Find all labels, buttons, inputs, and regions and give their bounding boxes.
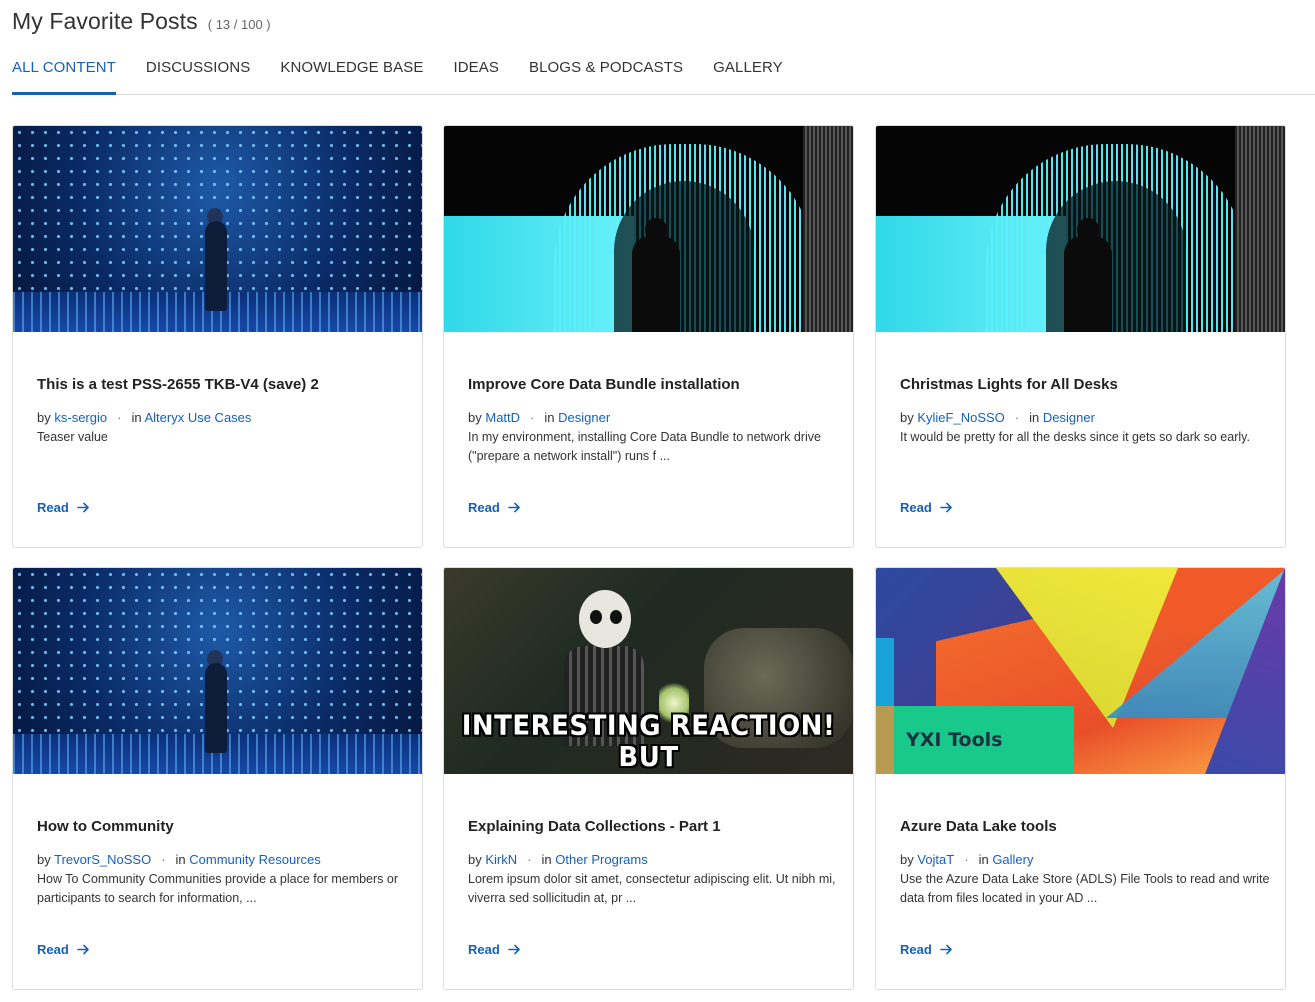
post-title[interactable]: How to Community bbox=[37, 818, 174, 835]
tab-all-content[interactable]: ALL CONTENT bbox=[12, 58, 116, 95]
content-tabs: ALL CONTENT DISCUSSIONS KNOWLEDGE BASE I… bbox=[12, 58, 1315, 95]
post-card[interactable]: This is a test PSS-2655 TKB-V4 (save) 2 … bbox=[12, 125, 423, 548]
read-link[interactable]: Read bbox=[900, 942, 953, 957]
post-teaser: How To Community Communities provide a p… bbox=[37, 872, 399, 905]
thumbnail-caption: YXI Tools bbox=[906, 729, 1003, 751]
tab-discussions[interactable]: DISCUSSIONS bbox=[146, 58, 250, 95]
page-title: My Favorite Posts bbox=[12, 8, 198, 34]
read-link[interactable]: Read bbox=[468, 942, 521, 957]
tab-blogs-podcasts[interactable]: BLOGS & PODCASTS bbox=[529, 58, 683, 95]
post-title[interactable]: This is a test PSS-2655 TKB-V4 (save) 2 bbox=[37, 376, 319, 393]
post-thumbnail[interactable]: YXI Tools bbox=[876, 568, 1285, 774]
arrow-right-icon bbox=[76, 944, 89, 955]
author-link[interactable]: KylieF_NoSSO bbox=[917, 410, 1004, 425]
in-label: in bbox=[544, 410, 555, 425]
post-card[interactable]: Improve Core Data Bundle installation by… bbox=[443, 125, 854, 548]
by-label: by bbox=[37, 410, 51, 425]
in-label: in bbox=[175, 852, 186, 867]
post-title[interactable]: Christmas Lights for All Desks bbox=[900, 376, 1118, 393]
read-link[interactable]: Read bbox=[37, 942, 90, 957]
arrow-right-icon bbox=[939, 502, 952, 513]
post-teaser: Lorem ipsum dolor sit amet, consectetur … bbox=[468, 872, 836, 905]
post-meta: by TrevorS_NoSSO · in Community Resources bbox=[37, 852, 321, 867]
post-card[interactable]: INTERESTING REACTION! BUT Explaining Dat… bbox=[443, 567, 854, 990]
post-title[interactable]: Explaining Data Collections - Part 1 bbox=[468, 818, 721, 835]
post-thumbnail[interactable] bbox=[13, 126, 422, 332]
post-teaser: It would be pretty for all the desks sin… bbox=[900, 430, 1250, 444]
post-card[interactable]: YXI Tools Azure Data Lake tools by Vojta… bbox=[875, 567, 1286, 990]
post-meta: by KirkN · in Other Programs bbox=[468, 852, 648, 867]
post-thumbnail[interactable] bbox=[13, 568, 422, 774]
tab-knowledge-base[interactable]: KNOWLEDGE BASE bbox=[280, 58, 423, 95]
by-label: by bbox=[900, 852, 914, 867]
read-label: Read bbox=[37, 942, 69, 957]
meta-separator: · bbox=[161, 852, 166, 867]
post-meta: by KylieF_NoSSO · in Designer bbox=[900, 410, 1095, 425]
favorite-count: ( 13 / 100 ) bbox=[207, 17, 271, 32]
post-thumbnail[interactable] bbox=[444, 126, 853, 332]
author-link[interactable]: TrevorS_NoSSO bbox=[54, 852, 151, 867]
thumbnail-caption: INTERESTING REACTION! BUT bbox=[461, 710, 836, 774]
board-link[interactable]: Designer bbox=[558, 410, 610, 425]
meta-separator: · bbox=[527, 852, 532, 867]
read-label: Read bbox=[37, 500, 69, 515]
post-title[interactable]: Azure Data Lake tools bbox=[900, 818, 1057, 835]
post-thumbnail[interactable]: INTERESTING REACTION! BUT bbox=[444, 568, 853, 774]
page-header: My Favorite Posts ( 13 / 100 ) bbox=[12, 8, 271, 35]
board-link[interactable]: Gallery bbox=[992, 852, 1033, 867]
board-link[interactable]: Designer bbox=[1043, 410, 1095, 425]
read-label: Read bbox=[468, 942, 500, 957]
in-label: in bbox=[1029, 410, 1040, 425]
read-label: Read bbox=[468, 500, 500, 515]
author-link[interactable]: ks-sergio bbox=[54, 410, 107, 425]
arrow-right-icon bbox=[939, 944, 952, 955]
post-teaser: Teaser value bbox=[37, 430, 108, 444]
arrow-right-icon bbox=[507, 944, 520, 955]
post-meta: by ks-sergio · in Alteryx Use Cases bbox=[37, 410, 251, 425]
arrow-right-icon bbox=[507, 502, 520, 513]
post-teaser: In my environment, installing Core Data … bbox=[468, 430, 821, 463]
board-link[interactable]: Alteryx Use Cases bbox=[144, 410, 251, 425]
meta-separator: · bbox=[964, 852, 969, 867]
by-label: by bbox=[468, 410, 482, 425]
post-teaser: Use the Azure Data Lake Store (ADLS) Fil… bbox=[900, 872, 1270, 905]
by-label: by bbox=[37, 852, 51, 867]
arrow-right-icon bbox=[76, 502, 89, 513]
tab-gallery[interactable]: GALLERY bbox=[713, 58, 783, 95]
author-link[interactable]: VojtaT bbox=[917, 852, 954, 867]
post-meta: by VojtaT · in Gallery bbox=[900, 852, 1034, 867]
in-label: in bbox=[541, 852, 552, 867]
post-title[interactable]: Improve Core Data Bundle installation bbox=[468, 376, 740, 393]
author-link[interactable]: KirkN bbox=[485, 852, 517, 867]
in-label: in bbox=[978, 852, 989, 867]
post-meta: by MattD · in Designer bbox=[468, 410, 610, 425]
meta-separator: · bbox=[117, 410, 122, 425]
author-link[interactable]: MattD bbox=[485, 410, 520, 425]
read-label: Read bbox=[900, 500, 932, 515]
in-label: in bbox=[131, 410, 142, 425]
read-link[interactable]: Read bbox=[900, 500, 953, 515]
meta-separator: · bbox=[530, 410, 535, 425]
post-card[interactable]: Christmas Lights for All Desks by KylieF… bbox=[875, 125, 1286, 548]
post-card[interactable]: How to Community by TrevorS_NoSSO · in Com… bbox=[12, 567, 423, 990]
by-label: by bbox=[900, 410, 914, 425]
read-link[interactable]: Read bbox=[468, 500, 521, 515]
board-link[interactable]: Community Resources bbox=[189, 852, 321, 867]
read-link[interactable]: Read bbox=[37, 500, 90, 515]
read-label: Read bbox=[900, 942, 932, 957]
meta-separator: · bbox=[1014, 410, 1020, 425]
tab-ideas[interactable]: IDEAS bbox=[453, 58, 499, 95]
by-label: by bbox=[468, 852, 482, 867]
board-link[interactable]: Other Programs bbox=[555, 852, 647, 867]
post-thumbnail[interactable] bbox=[876, 126, 1285, 332]
